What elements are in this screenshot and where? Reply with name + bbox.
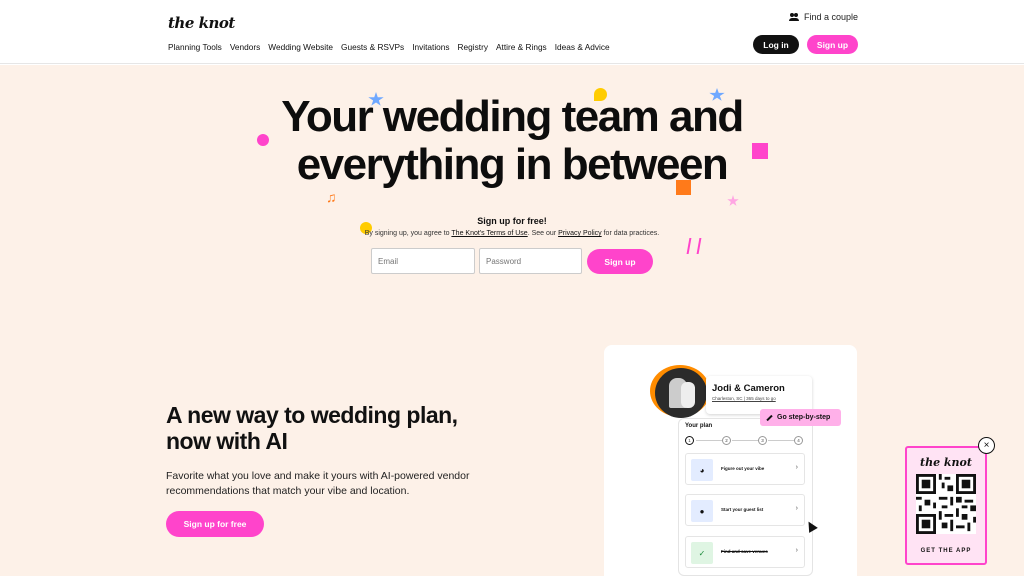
music-note-icon: ♫ — [326, 189, 337, 205]
pencil-icon — [766, 414, 773, 421]
terms-of-use-link[interactable]: The Knot's Terms of Use — [451, 230, 527, 237]
site-header: the knot Find a couple Planning Tools Ve… — [0, 0, 1024, 64]
step-connector — [696, 440, 722, 441]
hero-title: Your wedding team and everything in betw… — [0, 93, 1024, 189]
task-label: Find and save venues — [721, 549, 768, 554]
signup-title: Sign up for free! — [477, 216, 547, 226]
chevron-right-icon: › — [795, 547, 798, 554]
step-connector — [768, 440, 794, 441]
go-step-by-step-button[interactable]: Go step-by-step — [760, 409, 841, 426]
steps-progress: 1 2 3 4 — [684, 436, 806, 446]
step-connector — [732, 440, 758, 441]
privacy-policy-link[interactable]: Privacy Policy — [558, 230, 602, 237]
guests-icon: ● — [691, 500, 713, 522]
your-plan-label: Your plan — [685, 423, 713, 429]
ai-section-body: Favorite what you love and make it yours… — [166, 470, 470, 497]
chevron-right-icon: › — [795, 505, 798, 512]
find-couple-label: Find a couple — [803, 12, 858, 22]
terms-prefix: By signing up, you agree to — [364, 230, 450, 237]
couple-photo — [655, 368, 707, 418]
terms-suffix: for data practices. — [603, 230, 660, 237]
password-input[interactable] — [479, 248, 582, 274]
nav-wedding-website[interactable]: Wedding Website — [268, 42, 333, 52]
nav-guests-rsvps[interactable]: Guests & RSVPs — [341, 42, 404, 52]
nav-registry[interactable]: Registry — [458, 42, 488, 52]
nav-attire-rings[interactable]: Attire & Rings — [496, 42, 547, 52]
login-button[interactable]: Log in — [753, 35, 799, 54]
header-signup-button[interactable]: Sign up — [807, 35, 858, 54]
get-app-label: GET THE APP — [920, 548, 972, 554]
terms-mid: . See our — [527, 230, 557, 237]
task-figure-out-vibe[interactable]: ◕ Figure out your vibe › — [685, 453, 805, 485]
step-button-label: Go step-by-step — [777, 414, 831, 421]
the-knot-logo[interactable]: the knot — [168, 14, 235, 32]
nav-invitations[interactable]: Invitations — [412, 42, 449, 52]
hero-title-line2: everything in between — [296, 140, 729, 189]
task-label: Figure out your vibe — [721, 466, 765, 471]
step-dot: 2 — [722, 436, 731, 445]
find-couple-link[interactable]: Find a couple — [788, 12, 858, 22]
qr-logo: the knot — [920, 456, 972, 469]
email-input[interactable] — [371, 248, 475, 274]
qr-code[interactable] — [916, 474, 976, 534]
task-label: Start your guest list — [721, 507, 764, 512]
people-icon — [788, 13, 799, 21]
chevron-right-icon: › — [795, 464, 798, 471]
step-dot: 4 — [794, 436, 803, 445]
nav-planning-tools[interactable]: Planning Tools — [168, 42, 222, 52]
signup-for-free-button[interactable]: Sign up for free — [166, 511, 264, 537]
signup-terms: By signing up, you agree to The Knot's T… — [0, 230, 1024, 237]
nav-ideas-advice[interactable]: Ideas & Advice — [555, 42, 610, 52]
task-start-guest-list[interactable]: ● Start your guest list › — [685, 494, 805, 526]
hero-title-line1: Your wedding team and — [281, 92, 744, 141]
close-icon[interactable]: × — [978, 437, 995, 454]
qr-code-icon — [916, 474, 976, 534]
palette-icon: ◕ — [691, 459, 713, 481]
hero-signup-button[interactable]: Sign up — [587, 249, 653, 274]
check-icon: ✓ — [691, 542, 713, 564]
step-dot: 1 — [685, 436, 694, 445]
couple-name: Jodi & Cameron — [712, 383, 785, 394]
step-dot: 3 — [758, 436, 767, 445]
get-app-widget[interactable]: the knot GET THE APP — [905, 446, 987, 565]
nav-vendors[interactable]: Vendors — [230, 42, 260, 52]
main-nav: Planning Tools Vendors Wedding Website G… — [168, 42, 610, 52]
ai-section-title: A new way to wedding plan, now with AI — [166, 402, 458, 454]
task-find-venues[interactable]: ✓ Find and save venues › — [685, 536, 805, 568]
couple-meta: Charleston, SC | 365 days to go — [712, 396, 776, 401]
